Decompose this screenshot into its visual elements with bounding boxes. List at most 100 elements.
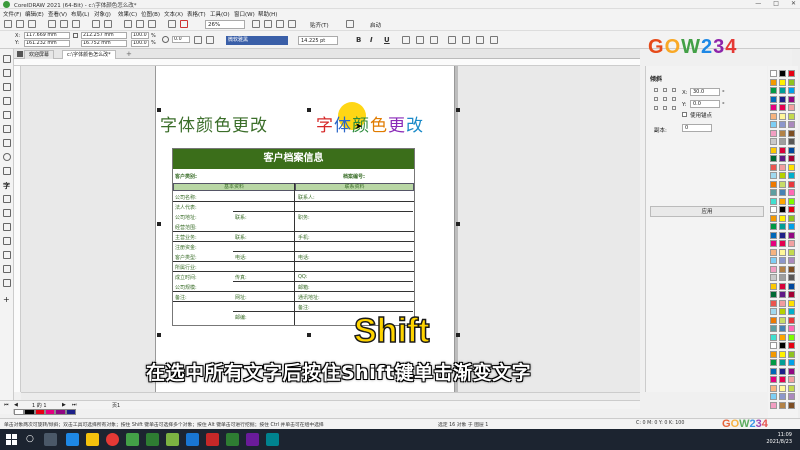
color-swatch[interactable] [788,78,795,86]
app-icon-purple[interactable] [246,433,259,446]
table-cell-mid[interactable]: 传真: [235,274,247,281]
color-swatch[interactable] [770,172,777,179]
document-swatch[interactable] [14,409,25,415]
launch-menu[interactable]: 启动 [370,21,381,29]
settings-gear-icon[interactable] [346,20,354,28]
mirror-h-icon[interactable] [194,36,202,44]
color-swatch[interactable] [788,163,795,171]
skew-x-field[interactable]: 30.0 [690,88,720,96]
color-swatch[interactable] [788,325,795,332]
color-swatch[interactable] [779,342,786,349]
color-swatch[interactable] [770,189,777,196]
color-swatch[interactable] [770,257,777,264]
color-swatch[interactable] [788,112,795,120]
selection-handle[interactable] [456,333,460,337]
table-cell-right[interactable]: 职务: [298,214,310,221]
underline-button[interactable]: U [384,36,390,44]
table-cell-left[interactable]: 法人代表: [175,204,197,211]
color-swatch[interactable] [788,316,795,324]
publish-icon[interactable] [180,20,188,28]
color-swatch[interactable] [788,138,795,145]
color-swatch[interactable] [779,274,786,281]
color-swatch[interactable] [770,155,777,162]
color-swatch[interactable] [788,180,795,188]
app-icon-teal[interactable] [266,433,279,446]
customer-table[interactable]: 客户档案信息 客户类别: 档案编号: 基本资料 联系资料 公司名称: 法人代表: 公… [172,148,415,326]
color-swatch[interactable] [788,367,795,375]
color-swatch[interactable] [788,401,795,409]
menu-view[interactable]: 查看(V) [48,10,67,18]
tab-document[interactable]: c:\字体颜色怎么改* [62,50,116,59]
color-swatch[interactable] [770,206,777,213]
color-swatch[interactable] [770,274,777,281]
color-swatch[interactable] [779,104,786,111]
table-cell-mid[interactable]: 联系: [235,234,247,241]
color-swatch[interactable] [779,282,786,290]
color-swatch[interactable] [788,376,795,383]
color-swatch[interactable] [779,87,786,94]
crop-tool-icon[interactable] [3,83,11,91]
color-swatch[interactable] [770,308,777,315]
color-swatch[interactable] [770,121,777,128]
chrome-icon[interactable] [106,433,119,446]
add-tab-icon[interactable]: + [126,50,132,58]
color-swatch[interactable] [779,308,786,315]
pdf-icon[interactable] [168,20,176,28]
color-swatch[interactable] [788,121,795,128]
table-cell-left[interactable]: 成立时间: [175,274,197,281]
document-swatch[interactable] [65,409,76,415]
height-field[interactable]: 16.752 mm [81,40,127,47]
selection-handle[interactable] [307,333,311,337]
parallel-dimension-icon[interactable] [3,195,11,203]
color-swatch[interactable] [779,214,786,222]
color-swatch[interactable] [788,146,795,154]
y-position-field[interactable]: 161.232 mm [24,40,70,47]
color-swatch[interactable] [779,172,786,179]
color-swatch[interactable] [770,291,777,298]
color-swatch[interactable] [770,367,777,375]
color-swatch[interactable] [770,146,777,154]
color-swatch[interactable] [779,291,786,298]
color-swatch[interactable] [779,257,786,264]
color-swatch[interactable] [770,112,777,120]
color-swatch[interactable] [788,291,795,298]
color-swatch[interactable] [770,223,777,230]
color-swatch[interactable] [788,333,795,341]
eyedropper-icon[interactable] [3,251,11,259]
menu-layout[interactable]: 布局(L) [71,10,89,18]
color-swatch[interactable] [770,180,777,188]
table-cell-left[interactable]: 主营业务: [175,234,197,241]
polygon-tool-icon[interactable] [3,167,11,175]
anchor-grid[interactable] [654,88,678,112]
color-swatch[interactable] [779,265,786,273]
color-swatch[interactable] [770,70,777,77]
table-cell-mid[interactable]: 网址: [235,294,247,301]
color-swatch[interactable] [770,240,777,247]
vertical-text-icon[interactable] [490,36,498,44]
color-swatch[interactable] [770,231,777,239]
next-page-icon[interactable]: ▶ [62,402,66,408]
color-swatch[interactable] [779,401,786,409]
color-swatch[interactable] [788,129,795,137]
horizontal-scrollbar[interactable] [21,392,640,400]
color-swatch[interactable] [770,325,777,332]
export-icon[interactable] [148,20,156,28]
color-swatch[interactable] [770,282,777,290]
document-swatch[interactable] [24,409,35,415]
minimize-icon[interactable]: — [755,0,761,9]
fullscreen-icon[interactable] [252,20,260,28]
table-cell-mid[interactable]: 电话: [235,254,247,261]
color-swatch[interactable] [770,384,777,392]
color-swatch[interactable] [770,248,777,256]
table-cell-left[interactable]: 客户类型: [175,254,197,261]
maximize-icon[interactable]: □ [773,0,779,9]
color-swatch[interactable] [788,223,795,230]
color-swatch[interactable] [788,104,795,111]
drop-cap-icon[interactable] [430,36,438,44]
task-view-icon[interactable] [44,433,57,446]
color-swatch[interactable] [770,401,777,409]
table-cell-left[interactable]: 备注: [175,294,187,301]
menu-object[interactable]: 对象(J) [94,10,111,18]
color-swatch[interactable] [788,70,795,77]
shape-tool-icon[interactable] [3,69,11,77]
